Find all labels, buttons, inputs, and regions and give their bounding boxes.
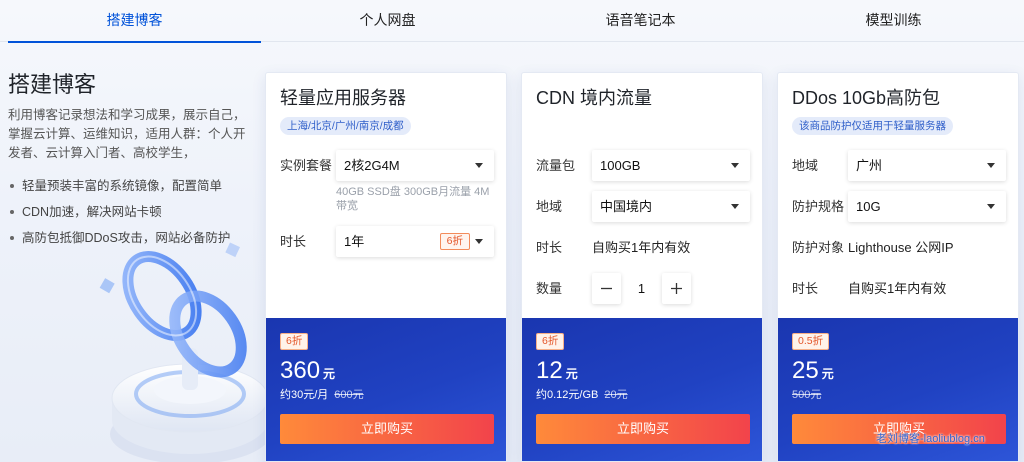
price-detail: 约30元/月 600元 [280, 388, 364, 402]
select-value: 广州 [856, 158, 883, 173]
caret-down-icon [475, 239, 483, 244]
traffic-package-select[interactable]: 100GB [592, 150, 750, 181]
scenario-tabs: 搭建博客 个人网盘 语音笔记本 模型训练 [0, 0, 1024, 43]
increase-quantity-button[interactable] [662, 273, 691, 304]
field-label: 时长 [792, 281, 819, 296]
select-value: 100GB [600, 158, 641, 173]
price-amount: 25 [792, 357, 819, 384]
feature-text: 轻量预装丰富的系统镜像，配置简单 [22, 179, 223, 193]
field-duration: 时长 自购买1年内有效 [536, 232, 750, 263]
field-instance-package: 实例套餐 2核2G4M [280, 150, 494, 181]
minus-icon [601, 287, 612, 290]
field-traffic-package: 流量包 100GB [536, 150, 750, 181]
feature-item: CDN加速，解决网站卡顿 [8, 202, 230, 228]
field-label: 地域 [536, 199, 563, 214]
field-region: 地域 中国境内 [536, 191, 750, 222]
caret-down-icon [475, 163, 483, 168]
price-panel: 6折 12 元 约0.12元/GB 20元 立即购买 [522, 318, 762, 461]
price-unit: 元 [821, 367, 834, 381]
duration-value: 自购买1年内有效 [848, 281, 947, 296]
discount-tag: 6折 [439, 233, 470, 250]
card-title: CDN 境内流量 [536, 88, 652, 108]
tab-voice-notebook[interactable]: 语音笔记本 [514, 0, 767, 42]
caret-down-icon [987, 204, 995, 209]
field-protection-spec: 防护规格 10G [792, 191, 1006, 222]
buy-button[interactable]: 立即购买 [280, 414, 494, 444]
product-card-cdn-traffic: CDN 境内流量 流量包 100GB 地域 中国境内 时长 自购买1年内有效 数… [521, 72, 763, 462]
price: 25 元 [792, 356, 834, 389]
original-price: 500元 [792, 389, 822, 401]
protection-spec-select[interactable]: 10G [848, 191, 1006, 222]
card-title: 轻量应用服务器 [280, 88, 406, 108]
field-label: 数量 [536, 281, 563, 296]
field-label: 防护规格 [792, 199, 845, 214]
infinity-platform-illustration [99, 242, 265, 462]
select-value: 2核2G4M [344, 158, 400, 173]
price-panel: 6折 360 元 约30元/月 600元 立即购买 [266, 318, 506, 461]
bullet-dot-icon [10, 236, 14, 240]
field-region: 地域 广州 [792, 150, 1006, 181]
package-spec-hint: 40GB SSD盘 300GB月流量 4M带宽 [336, 186, 490, 212]
tab-blog[interactable]: 搭建博客 [8, 0, 261, 43]
buy-button[interactable]: 立即购买 [536, 414, 750, 444]
unit-price: 约30元/月 [280, 389, 329, 401]
price-detail: 500元 [792, 388, 821, 402]
select-value: 中国境内 [600, 199, 653, 214]
field-label: 防护对象 [792, 240, 845, 255]
field-protection-target: 防护对象 Lighthouse 公网IP [792, 232, 1006, 263]
price-unit: 元 [565, 367, 578, 381]
field-label: 流量包 [536, 158, 576, 173]
price-unit: 元 [323, 367, 336, 381]
card-title: DDos 10Gb高防包 [792, 88, 941, 108]
discount-badge: 6折 [536, 333, 565, 350]
caret-down-icon [731, 163, 739, 168]
feature-item: 轻量预装丰富的系统镜像，配置简单 [8, 176, 230, 202]
quantity-stepper: 1 [592, 273, 692, 304]
discount-badge: 6折 [280, 333, 309, 350]
field-label: 时长 [280, 234, 307, 249]
original-price: 600元 [334, 389, 364, 401]
decrease-quantity-button[interactable] [592, 273, 621, 304]
duration-select[interactable]: 1年 6折 [336, 226, 494, 257]
duration-value: 自购买1年内有效 [592, 240, 691, 255]
select-value: 1年 [344, 234, 365, 249]
price: 12 元 [536, 356, 578, 389]
product-card-lighthouse-server: 轻量应用服务器 上海/北京/广州/南京/成都 实例套餐 2核2G4M 40GB … [265, 72, 507, 462]
region-select[interactable]: 广州 [848, 150, 1006, 181]
original-price: 20元 [604, 389, 628, 401]
unit-price: 约0.12元/GB [536, 389, 599, 401]
applicability-badge: 该商品防护仅适用于轻量服务器 [792, 117, 953, 135]
field-label: 地域 [792, 158, 819, 173]
price: 360 元 [280, 356, 335, 389]
instance-package-select[interactable]: 2核2G4M [336, 150, 494, 181]
region-badge: 上海/北京/广州/南京/成都 [280, 117, 411, 135]
site-watermark: 老刘博客-laoliublog.cn [876, 433, 985, 445]
field-duration: 时长 自购买1年内有效 [792, 273, 1006, 304]
field-duration: 时长 1年 6折 [280, 226, 494, 257]
product-page: 搭建博客 个人网盘 语音笔记本 模型训练 搭建博客 利用博客记录想法和学习成果，… [0, 0, 1024, 462]
tab-model-training[interactable]: 模型训练 [767, 0, 1020, 42]
caret-down-icon [987, 163, 995, 168]
price-detail: 约0.12元/GB 20元 [536, 388, 628, 402]
price-amount: 360 [280, 357, 321, 384]
plus-icon [671, 283, 682, 294]
select-value: 10G [856, 199, 881, 214]
quantity-value[interactable]: 1 [621, 273, 662, 304]
protection-target-value: Lighthouse 公网IP [848, 240, 954, 255]
section-title: 搭建博客 [8, 72, 97, 97]
price-amount: 12 [536, 357, 563, 384]
discount-badge: 0.5折 [792, 333, 830, 350]
region-select[interactable]: 中国境内 [592, 191, 750, 222]
bullet-dot-icon [10, 184, 14, 188]
caret-down-icon [731, 204, 739, 209]
field-label: 实例套餐 [280, 158, 333, 173]
tab-personal-drive[interactable]: 个人网盘 [261, 0, 514, 42]
product-card-ddos-protection: DDos 10Gb高防包 该商品防护仅适用于轻量服务器 地域 广州 防护规格 1… [777, 72, 1019, 462]
field-label: 时长 [536, 240, 563, 255]
feature-text: CDN加速，解决网站卡顿 [22, 205, 162, 219]
section-description: 利用博客记录想法和学习成果，展示自己，掌握云计算、运维知识，适用人群：个人开发者… [8, 108, 246, 160]
bullet-dot-icon [10, 210, 14, 214]
field-quantity: 数量 1 [536, 273, 750, 304]
